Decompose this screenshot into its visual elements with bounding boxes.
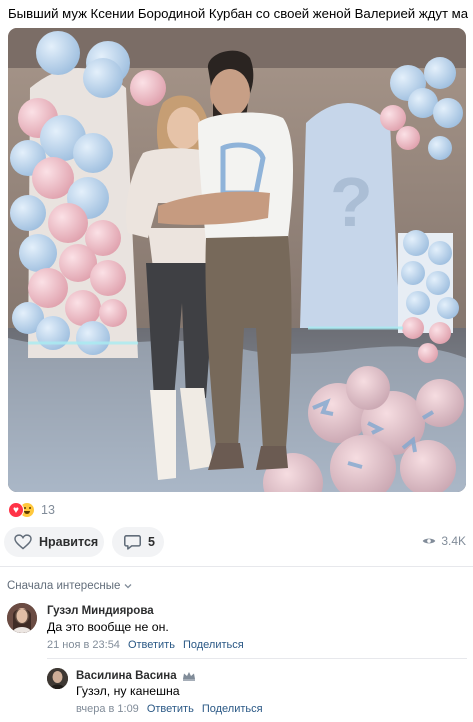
comment-count: 5 (148, 535, 155, 549)
views-count: 3.4K (441, 534, 466, 548)
svg-text:?: ? (330, 163, 373, 241)
crown-icon (182, 672, 195, 681)
reactions-summary[interactable]: ♥ 13 (8, 502, 55, 518)
comments-sort-dropdown[interactable]: Сначала интересные (7, 580, 132, 592)
reply-button[interactable]: Ответить (147, 703, 194, 715)
avatar[interactable] (47, 668, 68, 689)
comment-button[interactable]: 5 (112, 527, 164, 557)
user-photo-icon (47, 668, 68, 689)
reply-button[interactable]: Ответить (128, 639, 175, 651)
views-counter: 3.4K (422, 534, 466, 548)
like-button[interactable]: Нравится (4, 527, 104, 557)
comment-author[interactable]: Гузэл Миндиярова (47, 605, 154, 617)
comment-icon (124, 535, 141, 550)
post-photo[interactable]: ? (8, 28, 466, 492)
reactions-count: 13 (41, 503, 55, 517)
comment-time[interactable]: 21 ноя в 23:54 (47, 639, 120, 651)
comment-author[interactable]: Василина Васина (76, 670, 196, 682)
share-button[interactable]: Поделиться (183, 639, 244, 651)
section-divider (0, 566, 473, 567)
heart-reaction-icon: ♥ (8, 502, 24, 518)
chevron-down-icon (124, 584, 132, 589)
comment-text: Гузэл, ну канешна (76, 684, 180, 698)
sort-label: Сначала интересные (7, 580, 121, 592)
post-text: Бывший муж Ксении Бородиной Курбан со св… (8, 6, 468, 21)
share-button[interactable]: Поделиться (202, 703, 263, 715)
reply-author-name: Василина Васина (76, 670, 177, 682)
avatar[interactable] (7, 603, 37, 633)
comment-text: Да это вообще не он. (47, 620, 169, 634)
comment-divider (47, 658, 467, 659)
comment-meta: 21 ноя в 23:54 Ответить Поделиться (47, 639, 244, 651)
user-photo-icon (7, 603, 37, 633)
comment-time[interactable]: вчера в 1:09 (76, 703, 139, 715)
party-photo-image: ? (8, 28, 466, 492)
heart-outline-icon (14, 534, 32, 550)
comment-meta: вчера в 1:09 Ответить Поделиться (76, 703, 263, 715)
like-button-label: Нравится (39, 535, 99, 549)
eye-icon (423, 538, 436, 544)
